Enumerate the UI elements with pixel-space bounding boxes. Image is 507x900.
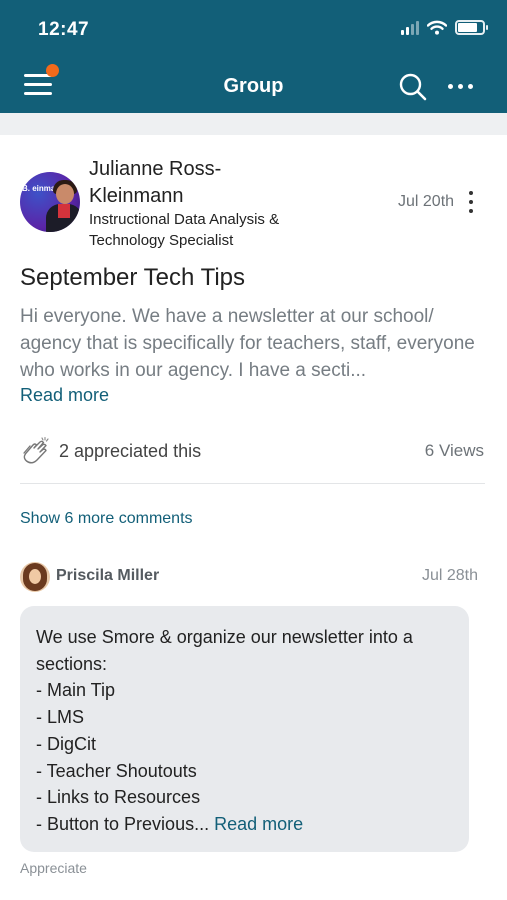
post-title: September Tech Tips [20,264,246,291]
comment-line: sections: [36,653,108,674]
page-title: Group [223,75,284,97]
post-body: Hi everyone. We have a newsletter at our… [20,306,475,381]
author-name[interactable]: Julianne Ross-Kleinmann [89,156,269,210]
appreciate-button[interactable]: Appreciate [20,860,87,876]
search-button[interactable] [398,72,428,102]
comment-line-text: - Button to Previous... [36,813,210,834]
divider [20,483,485,484]
signal-icon [401,20,419,35]
show-more-comments-link[interactable]: Show 6 more comments [20,510,193,528]
comment-date: Jul 28th [421,567,478,584]
comment-line: - Main Tip [36,680,116,701]
commenter-avatar[interactable] [20,562,50,592]
views-count: 6 Views [424,441,484,460]
appreciated-count[interactable]: 2 appreciated this [59,441,201,462]
comment-line: - Links to Resources [36,787,201,808]
top-bar: 12:47 Group [0,0,507,113]
read-more-link[interactable]: Read more [20,385,109,406]
comment-line: - DigCit [36,733,97,754]
author-role: Instructional Data Analysis & Technology… [89,211,280,249]
battery-icon [455,20,488,35]
post-options-button[interactable] [467,191,475,213]
comment-bubble: We use Smore & organize our newsletter i… [20,606,469,852]
author-avatar[interactable]: B. einmann [20,172,80,232]
clap-icon[interactable] [20,436,52,466]
more-options-button[interactable] [448,78,478,94]
search-icon [399,73,427,101]
post-date: Jul 20th [398,193,455,210]
commenter-name[interactable]: Priscila Miller [56,567,159,585]
comment-line: We use Smore & organize our newsletter i… [36,627,413,647]
status-icons [401,20,488,35]
wifi-icon [427,20,447,35]
comment-last-line: - Button to Previous... Read more [36,811,453,838]
comment-read-more-link[interactable]: Read more [214,814,303,834]
feed-spacer [0,113,507,135]
status-time: 12:47 [38,19,90,40]
comment-line: - LMS [36,707,85,728]
comment-line: - Teacher Shoutouts [36,760,197,781]
